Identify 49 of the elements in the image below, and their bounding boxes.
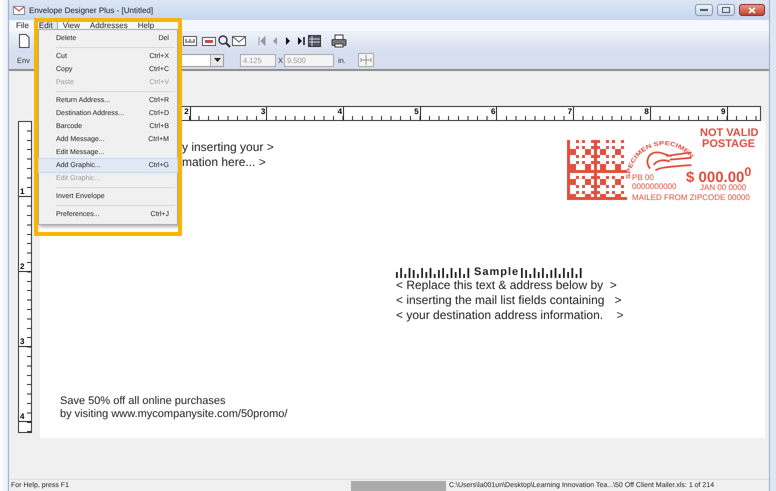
barcode-sample-text: Sample bbox=[474, 267, 520, 278]
minimize-icon bbox=[700, 8, 708, 12]
ruler-number: 2 bbox=[19, 262, 24, 271]
last-record-icon[interactable] bbox=[295, 34, 307, 48]
postal-barcode bbox=[521, 267, 584, 278]
close-button[interactable] bbox=[739, 4, 765, 16]
ruler-number: 1 bbox=[19, 187, 24, 196]
return-address-line[interactable]: y inserting your > bbox=[182, 140, 274, 155]
menu-item[interactable]: File bbox=[12, 21, 33, 30]
data-matrix-code bbox=[567, 140, 627, 200]
card-icon[interactable] bbox=[202, 34, 216, 48]
ruler-number: 3 bbox=[19, 337, 24, 346]
resize-icon[interactable] bbox=[358, 53, 374, 67]
mailed-from-text: MAILED FROM ZIPCODE 00000 bbox=[632, 193, 750, 202]
destination-address[interactable]: Sample < Replace this text & address below by > < inserting the mail list fields containing > < your destination address information. > bbox=[396, 264, 624, 323]
window-title: Envelope Designer Plus - [Untitled] bbox=[29, 6, 154, 14]
close-icon bbox=[748, 6, 756, 14]
postage-text: POSTAGE bbox=[702, 138, 755, 150]
ruler-number: 2 bbox=[184, 107, 190, 116]
ruler-number: 7 bbox=[568, 107, 574, 116]
envelope-icon bbox=[13, 4, 25, 16]
return-address-line[interactable]: mation here... > bbox=[182, 155, 274, 170]
destination-address-line: < your destination address information. > bbox=[396, 308, 624, 323]
new-document-icon[interactable] bbox=[18, 34, 30, 48]
minimize-button[interactable] bbox=[695, 4, 713, 16]
ruler-number: 3 bbox=[260, 107, 266, 116]
barcode-icon[interactable] bbox=[183, 34, 197, 48]
ruler-number: 4 bbox=[338, 107, 344, 116]
ruler-number: 5 bbox=[414, 107, 420, 116]
printer-icon[interactable] bbox=[331, 34, 347, 48]
ruler-number: 9 bbox=[721, 107, 726, 116]
search-icon[interactable] bbox=[217, 34, 231, 48]
destination-address-line: < Replace this text & address below by > bbox=[396, 278, 618, 293]
maximize-icon bbox=[722, 7, 730, 13]
message-line[interactable]: Save 50% off all online purchases bbox=[60, 395, 288, 408]
grid-icon[interactable] bbox=[308, 34, 321, 48]
postage-date: JAN 00 0000 bbox=[700, 183, 746, 192]
postage-amount: $ 000.00$^{0}$ bbox=[686, 165, 752, 186]
message-line[interactable]: by visiting www.mycompanysite.com/50promo/ bbox=[60, 408, 288, 421]
destination-address-line: < inserting the mail list fields containing > bbox=[396, 293, 622, 308]
menu-item[interactable]: View bbox=[58, 21, 84, 30]
envelope-icon[interactable] bbox=[232, 34, 246, 48]
serial-number: 0000000000 bbox=[632, 182, 676, 191]
ruler-number: 8 bbox=[644, 107, 650, 116]
ruler-number: 4 bbox=[19, 412, 24, 421]
maximize-button[interactable] bbox=[717, 4, 735, 16]
caret-icon bbox=[214, 58, 220, 62]
ruler-number: 6 bbox=[490, 107, 496, 116]
not-valid-text: NOT VALID bbox=[700, 127, 758, 139]
